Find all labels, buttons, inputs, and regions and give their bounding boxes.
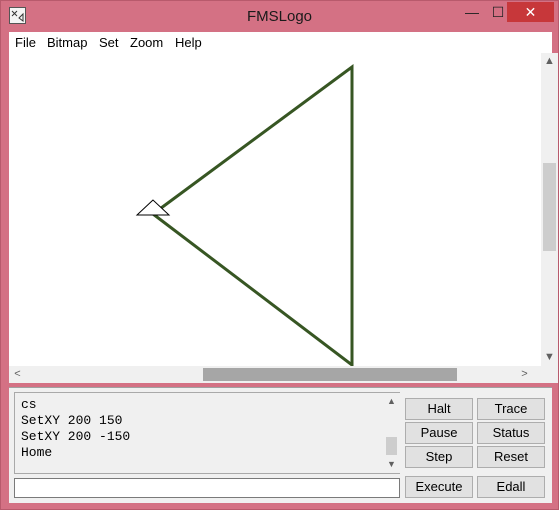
history-scroll-down-icon[interactable]: ▼ (383, 456, 400, 473)
scroll-right-icon[interactable]: > (516, 366, 533, 383)
title-bar[interactable]: FMSLogo — ☐ ✕ (1, 1, 558, 31)
execute-button[interactable]: Execute (405, 476, 473, 498)
commander-panel: cs SetXY 200 150 SetXY 200 -150 Home ▲ ▼… (9, 387, 552, 503)
menu-help[interactable]: Help (175, 35, 202, 50)
vertical-scrollbar[interactable]: ▲ ▼ (541, 53, 558, 366)
menu-file[interactable]: File (15, 35, 36, 50)
history-scroll-thumb[interactable] (386, 437, 397, 455)
history-line: Home (21, 445, 53, 460)
menu-bar: File Bitmap Set Zoom Help (9, 32, 552, 53)
command-input[interactable] (14, 478, 400, 498)
horizontal-scrollbar[interactable]: < > (9, 366, 541, 383)
minimize-button[interactable]: — (459, 2, 485, 22)
close-button[interactable]: ✕ (507, 2, 554, 22)
menu-bitmap[interactable]: Bitmap (47, 35, 87, 50)
history-line: SetXY 200 -150 (21, 429, 131, 444)
edall-button[interactable]: Edall (477, 476, 545, 498)
step-button[interactable]: Step (405, 446, 473, 468)
scroll-left-icon[interactable]: < (9, 366, 26, 383)
status-button[interactable]: Status (477, 422, 545, 444)
history-line: cs (21, 397, 37, 412)
history-scrollbar[interactable]: ▲ ▼ (383, 393, 400, 473)
scroll-corner (541, 366, 558, 383)
fmslogo-window: FMSLogo — ☐ ✕ File Bitmap Set Zoom Help … (0, 0, 559, 510)
scroll-up-icon[interactable]: ▲ (541, 53, 558, 70)
history-lines: cs SetXY 200 150 SetXY 200 -150 Home (21, 397, 130, 461)
menu-zoom[interactable]: Zoom (130, 35, 163, 50)
history-scroll-up-icon[interactable]: ▲ (383, 393, 400, 410)
trace-button[interactable]: Trace (477, 398, 545, 420)
pen-trail (152, 64, 354, 366)
command-history[interactable]: cs SetXY 200 150 SetXY 200 -150 Home ▲ ▼ (14, 392, 400, 474)
drawing-canvas[interactable]: ▲ ▼ < > (9, 53, 558, 383)
vertical-scroll-thumb[interactable] (543, 163, 556, 251)
halt-button[interactable]: Halt (405, 398, 473, 420)
scroll-down-icon[interactable]: ▼ (541, 349, 558, 366)
pause-button[interactable]: Pause (405, 422, 473, 444)
reset-button[interactable]: Reset (477, 446, 545, 468)
horizontal-scroll-thumb[interactable] (203, 368, 457, 381)
turtle-graphics (135, 64, 354, 366)
history-line: SetXY 200 150 (21, 413, 123, 428)
menu-set[interactable]: Set (99, 35, 119, 50)
